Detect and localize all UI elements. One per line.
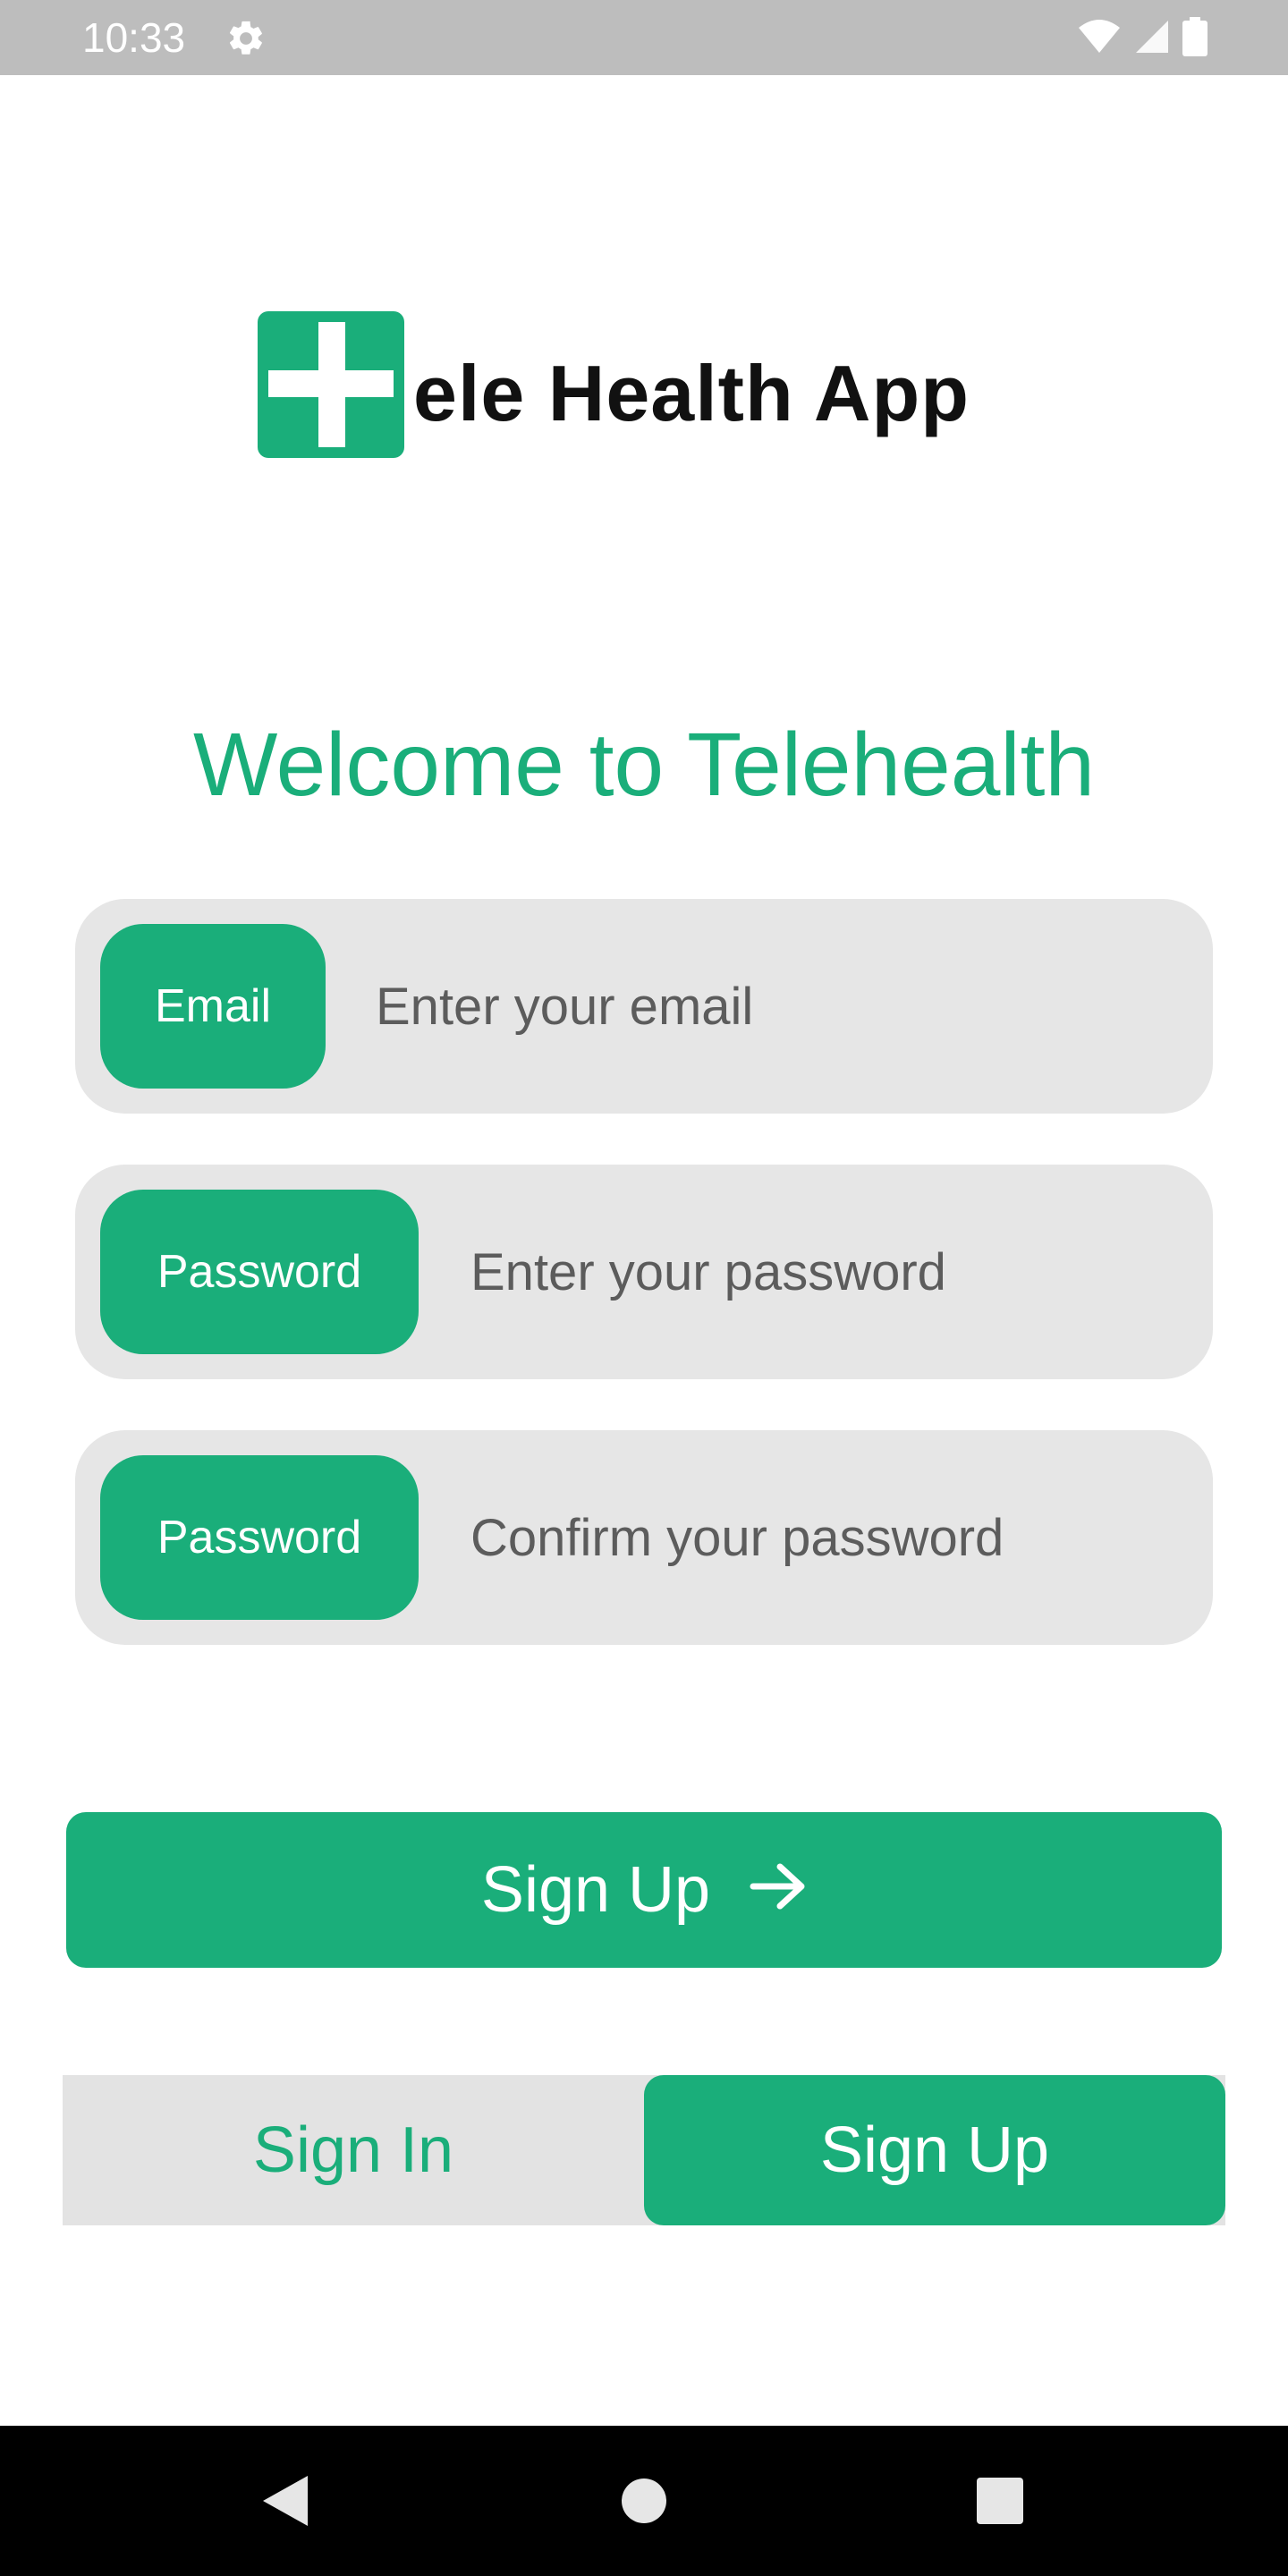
- sign-up-button-label: Sign Up: [480, 1854, 711, 1926]
- tab-sign-up[interactable]: Sign Up: [644, 2075, 1225, 2225]
- status-bar: 10:33: [0, 0, 1288, 75]
- navigation-bar: [0, 2426, 1288, 2576]
- password-label: Password: [100, 1190, 419, 1354]
- logo-text: ele Health App: [413, 349, 970, 437]
- battery-icon: [1182, 16, 1208, 61]
- medical-cross-icon: [258, 311, 404, 458]
- recents-icon[interactable]: [964, 2465, 1036, 2537]
- email-input[interactable]: [376, 924, 1181, 1089]
- auth-mode-toggle: Sign In Sign Up: [63, 2075, 1225, 2225]
- confirm-password-input[interactable]: [470, 1455, 1186, 1620]
- tab-sign-in[interactable]: Sign In: [63, 2075, 644, 2225]
- gear-icon: [225, 18, 267, 59]
- password-field-container: Password: [75, 1165, 1213, 1379]
- wifi-icon: [1077, 19, 1122, 59]
- email-field-container: Email: [75, 899, 1213, 1114]
- email-label: Email: [100, 924, 326, 1089]
- sign-up-button[interactable]: Sign Up: [66, 1812, 1222, 1968]
- confirm-password-field-container: Password: [75, 1430, 1213, 1645]
- page-title: Welcome to Telehealth: [192, 715, 1095, 815]
- back-icon[interactable]: [249, 2465, 320, 2537]
- status-icons: [1077, 16, 1208, 61]
- signal-icon: [1134, 19, 1170, 59]
- confirm-password-label: Password: [100, 1455, 419, 1620]
- password-input[interactable]: [470, 1190, 1186, 1354]
- app-logo: ele Health App: [258, 311, 1045, 462]
- home-icon[interactable]: [608, 2465, 680, 2537]
- arrow-right-icon: [750, 1853, 807, 1927]
- status-time: 10:33: [82, 14, 186, 61]
